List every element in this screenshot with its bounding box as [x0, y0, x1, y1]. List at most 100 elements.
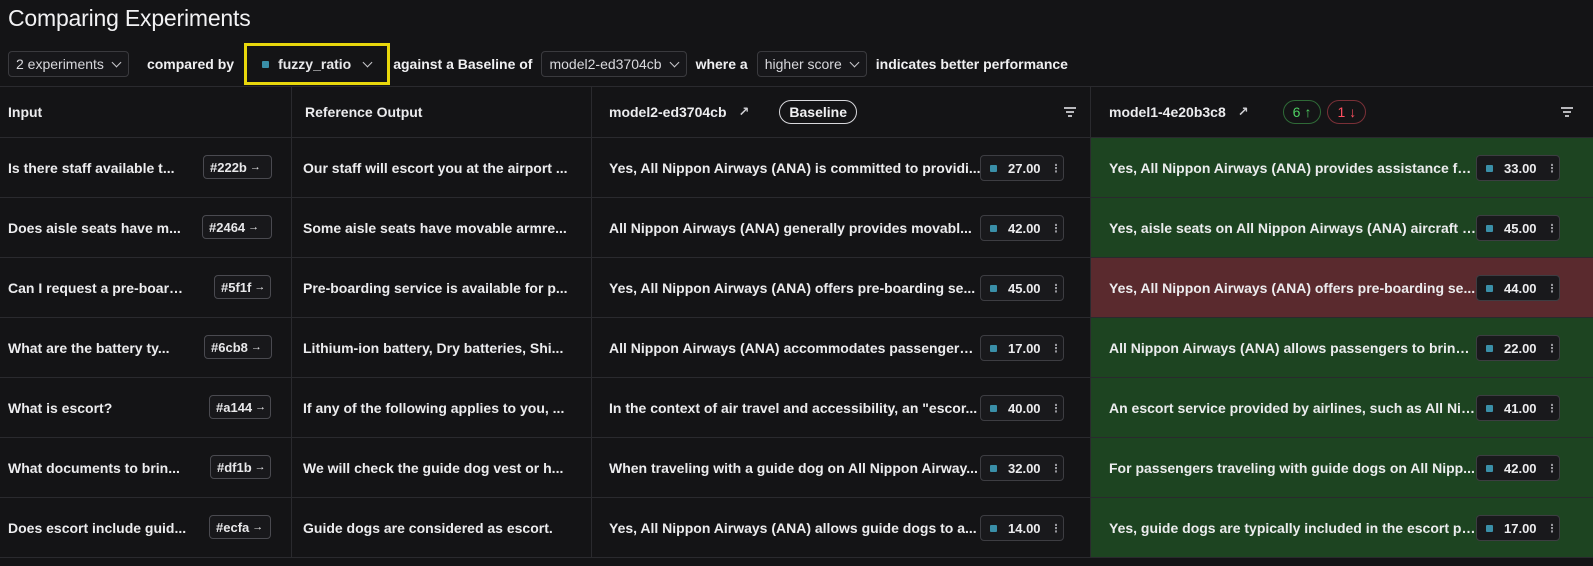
more-vertical-icon[interactable]: ⋮ [1051, 342, 1062, 355]
example-id-link[interactable]: #ecfa → [209, 515, 271, 539]
experiments-select[interactable]: 2 experiments [8, 51, 129, 77]
external-link-icon[interactable]: ↗ [739, 104, 750, 120]
baseline-score-chip[interactable]: 40.00 ⋮ [980, 395, 1064, 421]
baseline-score-chip[interactable]: 14.00 ⋮ [980, 515, 1064, 541]
more-vertical-icon[interactable]: ⋮ [1051, 282, 1062, 295]
metric-select-label: fuzzy_ratio [278, 56, 352, 72]
reference-cell[interactable]: Some aisle seats have movable armre... [292, 198, 592, 258]
compare-output-cell[interactable]: Yes, aisle seats on All Nippon Airways (… [1091, 198, 1593, 258]
column-header-reference[interactable]: Reference Output [292, 86, 592, 138]
compare-output-cell[interactable]: All Nippon Airways (ANA) allows passenge… [1091, 318, 1593, 378]
more-vertical-icon[interactable]: ⋮ [1051, 162, 1062, 175]
baseline-output-cell[interactable]: All Nippon Airways (ANA) accommodates pa… [592, 318, 1091, 378]
baseline-score: 32.00 [1008, 460, 1041, 476]
compare-score-chip[interactable]: 33.00 ⋮ [1476, 155, 1560, 181]
example-id: #df1b [217, 459, 252, 475]
more-vertical-icon[interactable]: ⋮ [1051, 402, 1062, 415]
example-id-link[interactable]: #df1b → [210, 455, 271, 479]
more-vertical-icon[interactable]: ⋮ [1547, 282, 1558, 295]
filter-icon[interactable] [1064, 107, 1076, 119]
compare-score-chip[interactable]: 42.00 ⋮ [1476, 455, 1560, 481]
compare-output-cell[interactable]: Yes, All Nippon Airways (ANA) provides a… [1091, 138, 1593, 198]
baseline-output-cell[interactable]: All Nippon Airways (ANA) generally provi… [592, 198, 1091, 258]
filter-icon[interactable] [1561, 107, 1573, 119]
input-text: Does aisle seats have m... [8, 219, 181, 236]
compare-score-chip[interactable]: 44.00 ⋮ [1476, 275, 1560, 301]
compare-output-cell[interactable]: For passengers traveling with guide dogs… [1091, 438, 1593, 498]
compare-score-chip[interactable]: 41.00 ⋮ [1476, 395, 1560, 421]
baseline-select[interactable]: model2-ed3704cb [541, 51, 687, 77]
arrow-up-icon: ↑ [1304, 104, 1312, 120]
column-header-baseline-model[interactable]: model2-ed3704cb ↗ Baseline [592, 86, 1091, 138]
baseline-output-cell[interactable]: Yes, All Nippon Airways (ANA) is committ… [592, 138, 1091, 198]
more-vertical-icon[interactable]: ⋮ [1547, 402, 1558, 415]
more-vertical-icon[interactable]: ⋮ [1547, 222, 1558, 235]
more-vertical-icon[interactable]: ⋮ [1547, 162, 1558, 175]
improved-count-badge[interactable]: 6 ↑ [1282, 100, 1322, 124]
baseline-output-cell[interactable]: In the context of air travel and accessi… [592, 378, 1091, 438]
direction-select[interactable]: higher score [756, 51, 867, 77]
table-row[interactable]: Does escort include guid... #ecfa → Guid… [0, 498, 1593, 558]
compare-score-chip[interactable]: 17.00 ⋮ [1476, 515, 1560, 541]
more-vertical-icon[interactable]: ⋮ [1051, 462, 1062, 475]
input-cell[interactable]: What documents to brin... #df1b → [0, 438, 292, 498]
reference-text: If any of the following applies to you, … [303, 399, 565, 416]
input-cell[interactable]: Does aisle seats have m... #2464 → [0, 198, 292, 258]
input-cell[interactable]: Can I request a pre-board... #5f1f → [0, 258, 292, 318]
example-id-link[interactable]: #2464 → [202, 215, 272, 239]
external-link-icon[interactable]: ↗ [1238, 104, 1249, 120]
metric-select[interactable]: fuzzy_ratio [253, 51, 381, 77]
input-cell[interactable]: What is escort? #a144 → [0, 378, 292, 438]
baseline-score: 27.00 [1008, 160, 1041, 176]
example-id-link[interactable]: #5f1f → [214, 275, 271, 299]
reference-cell[interactable]: Our staff will escort you at the airport… [292, 138, 592, 198]
regressed-count-badge[interactable]: 1 ↓ [1327, 100, 1367, 124]
table-row[interactable]: What is escort? #a144 → If any of the fo… [0, 378, 1593, 438]
column-header-compare-model[interactable]: model1-4e20b3c8 ↗ 6 ↑ 1 ↓ [1091, 86, 1593, 138]
table-row[interactable]: Is there staff available t... #222b → Ou… [0, 138, 1593, 198]
metric-color-dot [990, 284, 997, 292]
reference-cell[interactable]: If any of the following applies to you, … [292, 378, 592, 438]
reference-cell[interactable]: We will check the guide dog vest or h... [292, 438, 592, 498]
compare-output-cell[interactable]: Yes, guide dogs are typically included i… [1091, 498, 1593, 558]
baseline-score: 14.00 [1008, 520, 1041, 536]
input-cell[interactable]: Is there staff available t... #222b → [0, 138, 292, 198]
metric-color-dot [1486, 404, 1493, 412]
metric-color-dot [1486, 224, 1493, 232]
column-header-input[interactable]: Input [0, 86, 292, 138]
baseline-output-cell[interactable]: Yes, All Nippon Airways (ANA) allows gui… [592, 498, 1091, 558]
compare-output-cell[interactable]: An escort service provided by airlines, … [1091, 378, 1593, 438]
compare-score: 42.00 [1504, 460, 1537, 476]
table-row[interactable]: What documents to brin... #df1b → We wil… [0, 438, 1593, 498]
table-row[interactable]: Does aisle seats have m... #2464 → Some … [0, 198, 1593, 258]
baseline-score-chip[interactable]: 27.00 ⋮ [980, 155, 1064, 181]
compare-output-cell[interactable]: Yes, All Nippon Airways (ANA) offers pre… [1091, 258, 1593, 318]
table-row[interactable]: What are the battery ty... #6cb8 → Lithi… [0, 318, 1593, 378]
more-vertical-icon[interactable]: ⋮ [1051, 522, 1062, 535]
input-cell[interactable]: What are the battery ty... #6cb8 → [0, 318, 292, 378]
compare-score-chip[interactable]: 45.00 ⋮ [1476, 215, 1560, 241]
example-id-link[interactable]: #a144 → [209, 395, 271, 419]
table-row[interactable]: Can I request a pre-board... #5f1f → Pre… [0, 258, 1593, 318]
compare-score-chip[interactable]: 22.00 ⋮ [1476, 335, 1560, 361]
more-vertical-icon[interactable]: ⋮ [1051, 222, 1062, 235]
more-vertical-icon[interactable]: ⋮ [1547, 462, 1558, 475]
reference-text: We will check the guide dog vest or h... [303, 459, 564, 476]
reference-cell[interactable]: Lithium-ion battery, Dry batteries, Shi.… [292, 318, 592, 378]
baseline-score-chip[interactable]: 42.00 ⋮ [980, 215, 1064, 241]
baseline-output-cell[interactable]: When traveling with a guide dog on All N… [592, 438, 1091, 498]
reference-text: Pre-boarding service is available for p.… [303, 279, 568, 296]
input-text: What documents to brin... [8, 459, 180, 476]
reference-cell[interactable]: Guide dogs are considered as escort. [292, 498, 592, 558]
baseline-score-chip[interactable]: 45.00 ⋮ [980, 275, 1064, 301]
baseline-score-chip[interactable]: 32.00 ⋮ [980, 455, 1064, 481]
chevron-down-icon [362, 57, 373, 67]
more-vertical-icon[interactable]: ⋮ [1547, 342, 1558, 355]
baseline-score-chip[interactable]: 17.00 ⋮ [980, 335, 1064, 361]
example-id-link[interactable]: #222b → [203, 155, 272, 179]
reference-cell[interactable]: Pre-boarding service is available for p.… [292, 258, 592, 318]
input-cell[interactable]: Does escort include guid... #ecfa → [0, 498, 292, 558]
example-id-link[interactable]: #6cb8 → [204, 335, 272, 359]
more-vertical-icon[interactable]: ⋮ [1547, 522, 1558, 535]
baseline-output-cell[interactable]: Yes, All Nippon Airways (ANA) offers pre… [592, 258, 1091, 318]
